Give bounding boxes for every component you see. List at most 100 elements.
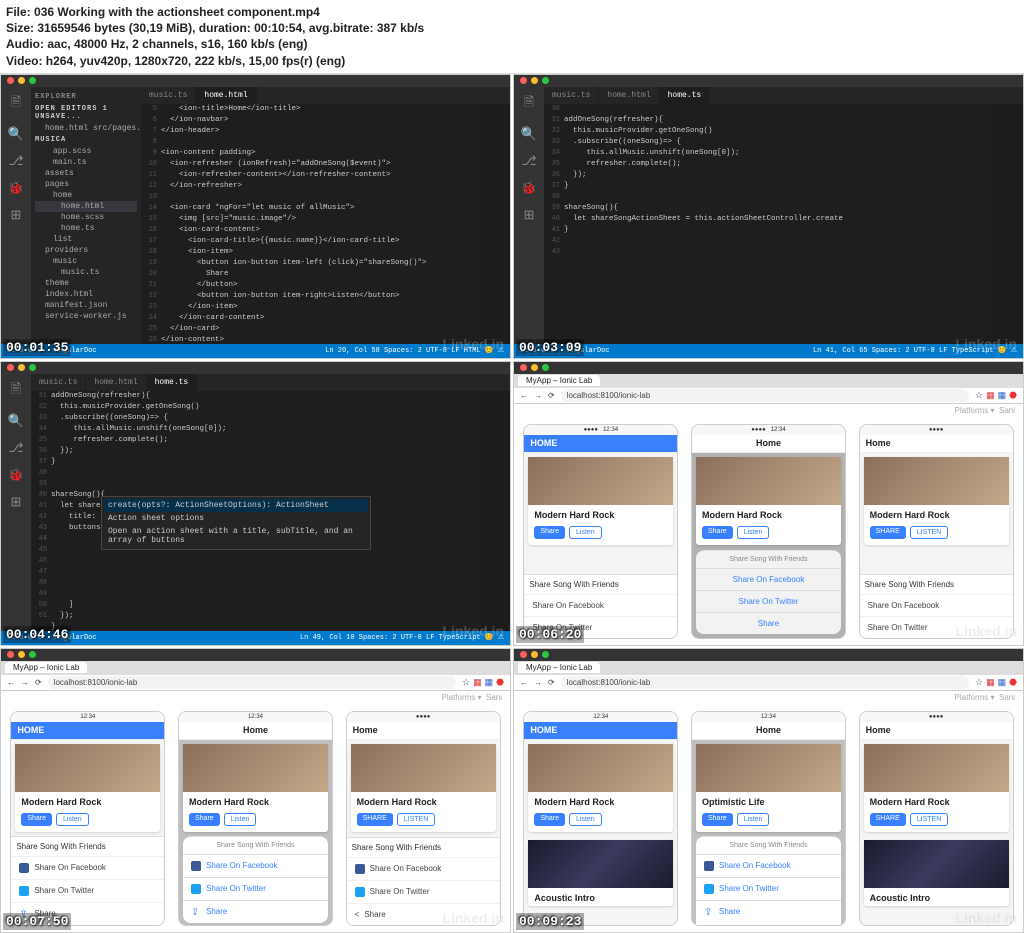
editor-pane[interactable]: music.ts home.html 567891011121314151617… <box>141 87 510 344</box>
sheet-twitter[interactable]: Share On Twitter <box>696 877 841 900</box>
intellisense-signature[interactable]: create(opts?: ActionSheetOptions): Actio… <box>104 499 368 512</box>
sheet-facebook[interactable]: Share On Facebook <box>524 594 677 616</box>
search-icon[interactable]: 🔍 <box>8 414 24 429</box>
listen-button[interactable]: LISTEN <box>397 813 436 826</box>
sheet-share[interactable]: Share <box>183 900 328 923</box>
address-bar[interactable]: ←→⟳ localhost:8100/ionic-lab ☆▦▦⬣ <box>1 675 510 691</box>
phone-windows[interactable]: ●●●● Home Modern Hard Rock SHARELISTEN S… <box>346 711 501 926</box>
tree-item[interactable]: home.scss <box>35 212 137 223</box>
intellisense-popup[interactable]: create(opts?: ActionSheetOptions): Actio… <box>101 496 371 550</box>
tree-item-active[interactable]: home.html <box>35 201 137 212</box>
debug-icon[interactable]: 🐞 <box>521 181 537 196</box>
phone-windows[interactable]: ●●●● Home Modern Hard Rock SHARELISTEN A… <box>859 711 1014 926</box>
tab-music-ts[interactable]: music.ts <box>141 87 196 104</box>
phone-android[interactable]: ●●●● 12:34 HOME Modern Hard Rock ShareLi… <box>523 424 678 639</box>
debug-icon[interactable]: 🐞 <box>8 468 24 483</box>
share-button[interactable]: SHARE <box>357 813 393 826</box>
listen-button[interactable]: Listen <box>569 813 602 826</box>
browser-tabs[interactable]: MyApp – Ionic Lab <box>1 661 510 675</box>
tree-item[interactable]: service-worker.js <box>35 311 137 322</box>
status-bar[interactable]: ⎇ 0 ⊘ 0 AngularDoc Ln 49, Col 10 Spaces:… <box>1 631 510 645</box>
tree-folder[interactable]: list <box>35 234 137 245</box>
listen-button[interactable]: Listen <box>224 813 257 826</box>
back-icon[interactable]: ← <box>520 391 528 400</box>
sheet-twitter[interactable]: Share On Twitter <box>183 877 328 900</box>
listen-button[interactable]: Listen <box>56 813 89 826</box>
action-sheet-ios[interactable]: Share Song With Friends Share On Faceboo… <box>696 836 841 925</box>
listen-button[interactable]: LISTEN <box>910 526 949 539</box>
tree-item[interactable]: home.ts <box>35 223 137 234</box>
open-editor-item[interactable]: home.html src/pages... <box>35 123 137 134</box>
git-icon[interactable]: ⎇ <box>9 154 24 169</box>
phone-ios[interactable]: ●●●● 12:34 Home Modern Hard Rock ShareLi… <box>691 424 846 639</box>
sheet-facebook[interactable]: Share On Facebook <box>347 857 500 880</box>
action-sheet[interactable]: Share Song With Friends Share On Faceboo… <box>11 836 164 925</box>
forward-icon[interactable]: → <box>534 678 542 687</box>
reload-icon[interactable]: ⟳ <box>35 678 42 687</box>
sheet-twitter[interactable]: Share On Twitter <box>696 590 841 612</box>
tree-folder[interactable]: providers <box>35 245 137 256</box>
browser-tab[interactable]: MyApp – Ionic Lab <box>5 662 87 673</box>
tab-home-ts[interactable]: home.ts <box>147 374 198 391</box>
share-button[interactable]: SHARE <box>870 526 906 539</box>
share-button[interactable]: SHARE <box>870 813 906 826</box>
sheet-facebook[interactable]: Share On Facebook <box>11 856 164 879</box>
tree-folder[interactable]: home <box>35 190 137 201</box>
listen-button[interactable]: Listen <box>737 813 770 826</box>
tree-folder[interactable]: theme <box>35 278 137 289</box>
extensions-icon[interactable]: ⊞ <box>11 208 22 223</box>
music-card[interactable]: Modern Hard Rock ShareListen <box>696 457 841 545</box>
editor-tabs[interactable]: music.ts home.html <box>141 87 510 104</box>
tree-folder[interactable]: pages <box>35 179 137 190</box>
tab-home-html[interactable]: home.html <box>196 87 256 104</box>
tab-music-ts[interactable]: music.ts <box>31 374 86 391</box>
status-bar[interactable]: ⎇ 0 ⊘ 0 AngularDoc Ln 41, Col 65 Spaces:… <box>514 344 1023 358</box>
status-bar[interactable]: ⎇ 0 ⊘ 0 AngularDoc Ln 20, Col 58 Spaces:… <box>1 344 510 358</box>
files-icon[interactable]: 🗎 <box>11 93 21 115</box>
listen-button[interactable]: LISTEN <box>910 813 949 826</box>
back-icon[interactable]: ← <box>7 678 15 687</box>
code-content-2[interactable]: addOneSong(refresher){ this.musicProvide… <box>564 104 993 344</box>
browser-tabs[interactable]: MyApp – Ionic Lab <box>514 661 1023 675</box>
action-sheet-ios[interactable]: Share Song With Friends Share On Faceboo… <box>183 836 328 923</box>
code-content-1[interactable]: <ion-title>Home</ion-title> </ion-navbar… <box>161 104 480 344</box>
music-card[interactable]: Modern Hard Rock SHARELISTEN <box>864 457 1009 545</box>
reload-icon[interactable]: ⟳ <box>548 678 555 687</box>
activity-bar[interactable]: 🗎 🔍 ⎇ 🐞 ⊞ <box>1 87 31 344</box>
phone-android[interactable]: 12:34 HOME Modern Hard Rock ShareListen … <box>10 711 165 926</box>
explorer-sidebar[interactable]: EXPLORER OPEN EDITORS 1 UNSAVE... home.h… <box>31 87 141 344</box>
account-label[interactable]: Sani <box>999 406 1015 415</box>
tab-home-html[interactable]: home.html <box>86 374 146 391</box>
browser-tab[interactable]: MyApp – Ionic Lab <box>518 375 600 386</box>
platforms-dropdown[interactable]: Platforms ▾ <box>955 693 995 702</box>
listen-button[interactable]: Listen <box>737 526 770 539</box>
extensions-icon[interactable]: ⊞ <box>524 208 535 223</box>
editor-pane[interactable]: music.ts home.html home.ts 3132333435363… <box>31 374 510 631</box>
forward-icon[interactable]: → <box>534 391 542 400</box>
platforms-dropdown[interactable]: Platforms ▾ <box>442 693 482 702</box>
sheet-share[interactable]: Share <box>696 612 841 634</box>
url-field[interactable]: localhost:8100/ionic-lab <box>561 389 969 402</box>
git-icon[interactable]: ⎇ <box>522 154 537 169</box>
address-bar[interactable]: ←→⟳ localhost:8100/ionic-lab ☆▦▦⬣ <box>514 675 1023 691</box>
browser-tabs[interactable]: MyApp – Ionic Lab <box>514 374 1023 388</box>
sheet-twitter[interactable]: Share On Twitter <box>347 880 500 903</box>
address-bar[interactable]: ← → ⟳ localhost:8100/ionic-lab ☆▦▦⬣ <box>514 388 1023 404</box>
forward-icon[interactable]: → <box>21 678 29 687</box>
url-field[interactable]: localhost:8100/ionic-lab <box>561 676 969 689</box>
debug-icon[interactable]: 🐞 <box>8 181 24 196</box>
reload-icon[interactable]: ⟳ <box>548 391 555 400</box>
search-icon[interactable]: 🔍 <box>8 127 24 142</box>
sheet-twitter[interactable]: Share On Twitter <box>11 879 164 902</box>
phone-windows[interactable]: ●●●● Home Modern Hard Rock SHARELISTEN S… <box>859 424 1014 639</box>
share-button[interactable]: Share <box>534 813 565 826</box>
extension-icons[interactable]: ☆▦▦⬣ <box>975 390 1017 401</box>
share-button[interactable]: Share <box>189 813 220 826</box>
sheet-facebook[interactable]: Share On Facebook <box>183 854 328 877</box>
tree-item[interactable]: music.ts <box>35 267 137 278</box>
editor-tabs[interactable]: music.ts home.html home.ts <box>31 374 510 391</box>
minimap[interactable] <box>480 391 510 631</box>
url-field[interactable]: localhost:8100/ionic-lab <box>48 676 456 689</box>
phone-android[interactable]: 12:34 HOME Modern Hard Rock ShareListen … <box>523 711 678 926</box>
extensions-icon[interactable]: ⊞ <box>11 495 22 510</box>
